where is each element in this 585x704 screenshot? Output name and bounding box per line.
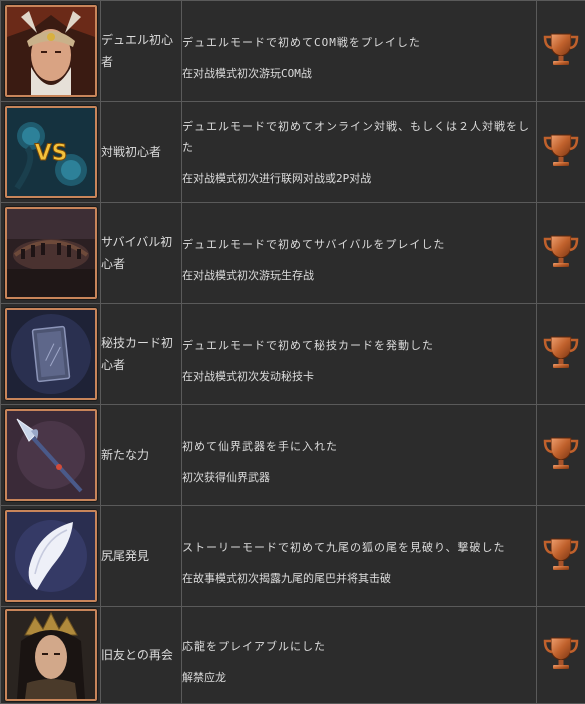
trophy-description-jp: 応龍をプレイアブルにした (182, 636, 536, 657)
ying-long-portrait-icon (5, 609, 97, 701)
trophy-name: 秘技カード初心者 (101, 304, 182, 405)
trophy-name: デュエル初心者 (101, 1, 182, 102)
trophy-name: 旧友との再会 (101, 607, 182, 704)
fox-tail-icon (5, 510, 97, 602)
bronze-trophy-icon (542, 434, 580, 472)
trophy-row: 尻尾発見 ストーリーモードで初めて九尾の狐の尾を見破り、撃破した 在故事模式初次… (1, 506, 585, 607)
bronze-trophy-icon (542, 131, 580, 169)
trophy-row: サバイバル初心者 デュエルモードで初めてサバイバルをプレイした 在对战模式初次游… (1, 203, 585, 304)
trophy-description-cn: 初次获得仙界武器 (182, 467, 536, 488)
glaive-weapon-icon (5, 409, 97, 501)
bronze-trophy-icon (542, 30, 580, 68)
vs-duel-icon: VS (5, 106, 97, 198)
trophy-description-jp: デュエルモードで初めてオンライン対戦、もしくは２人対戦をした (182, 116, 536, 158)
trophy-description-cn: 在故事模式初次揭露九尾的尾巴并将其击破 (182, 568, 536, 589)
trophy-row: 旧友との再会 応龍をプレイアブルにした 解禁应龙 (1, 607, 585, 704)
bronze-trophy-icon (542, 333, 580, 371)
secret-card-icon (5, 308, 97, 400)
trophy-name: 新たな力 (101, 405, 182, 506)
trophy-row: デュエル初心者 デュエルモードで初めてCOM戦をプレイした 在对战模式初次游玩C… (1, 1, 585, 102)
svg-text:VS: VS (34, 141, 67, 166)
arena-icon (5, 207, 97, 299)
bronze-trophy-icon (542, 634, 580, 672)
trophy-name: 対戦初心者 (101, 102, 182, 203)
trophy-description-jp: デュエルモードで初めてCOM戦をプレイした (182, 32, 536, 53)
trophy-description-jp: デュエルモードで初めて秘技カードを発動した (182, 335, 536, 356)
trophy-row: VS 対戦初心者 デュエルモードで初めてオンライン対戦、もしくは２人対戦をした … (1, 102, 585, 203)
trophy-description-jp: ストーリーモードで初めて九尾の狐の尾を見破り、撃破した (182, 537, 536, 558)
bronze-trophy-icon (542, 232, 580, 270)
trophy-name: 尻尾発見 (101, 506, 182, 607)
trophy-table: デュエル初心者 デュエルモードで初めてCOM戦をプレイした 在对战模式初次游玩C… (0, 0, 585, 704)
trophy-row: 秘技カード初心者 デュエルモードで初めて秘技カードを発動した 在对战模式初次发动… (1, 304, 585, 405)
trophy-description-cn: 解禁应龙 (182, 667, 536, 688)
warrior-portrait-icon (5, 5, 97, 97)
trophy-name: サバイバル初心者 (101, 203, 182, 304)
trophy-description-jp: デュエルモードで初めてサバイバルをプレイした (182, 234, 536, 255)
trophy-description-cn: 在对战模式初次进行联网对战或2P对战 (182, 168, 536, 189)
trophy-description-jp: 初めて仙界武器を手に入れた (182, 436, 536, 457)
bronze-trophy-icon (542, 535, 580, 573)
trophy-row: 新たな力 初めて仙界武器を手に入れた 初次获得仙界武器 (1, 405, 585, 506)
trophy-description-cn: 在对战模式初次游玩COM战 (182, 63, 536, 84)
trophy-description-cn: 在对战模式初次发动秘技卡 (182, 366, 536, 387)
trophy-description-cn: 在对战模式初次游玩生存战 (182, 265, 536, 286)
